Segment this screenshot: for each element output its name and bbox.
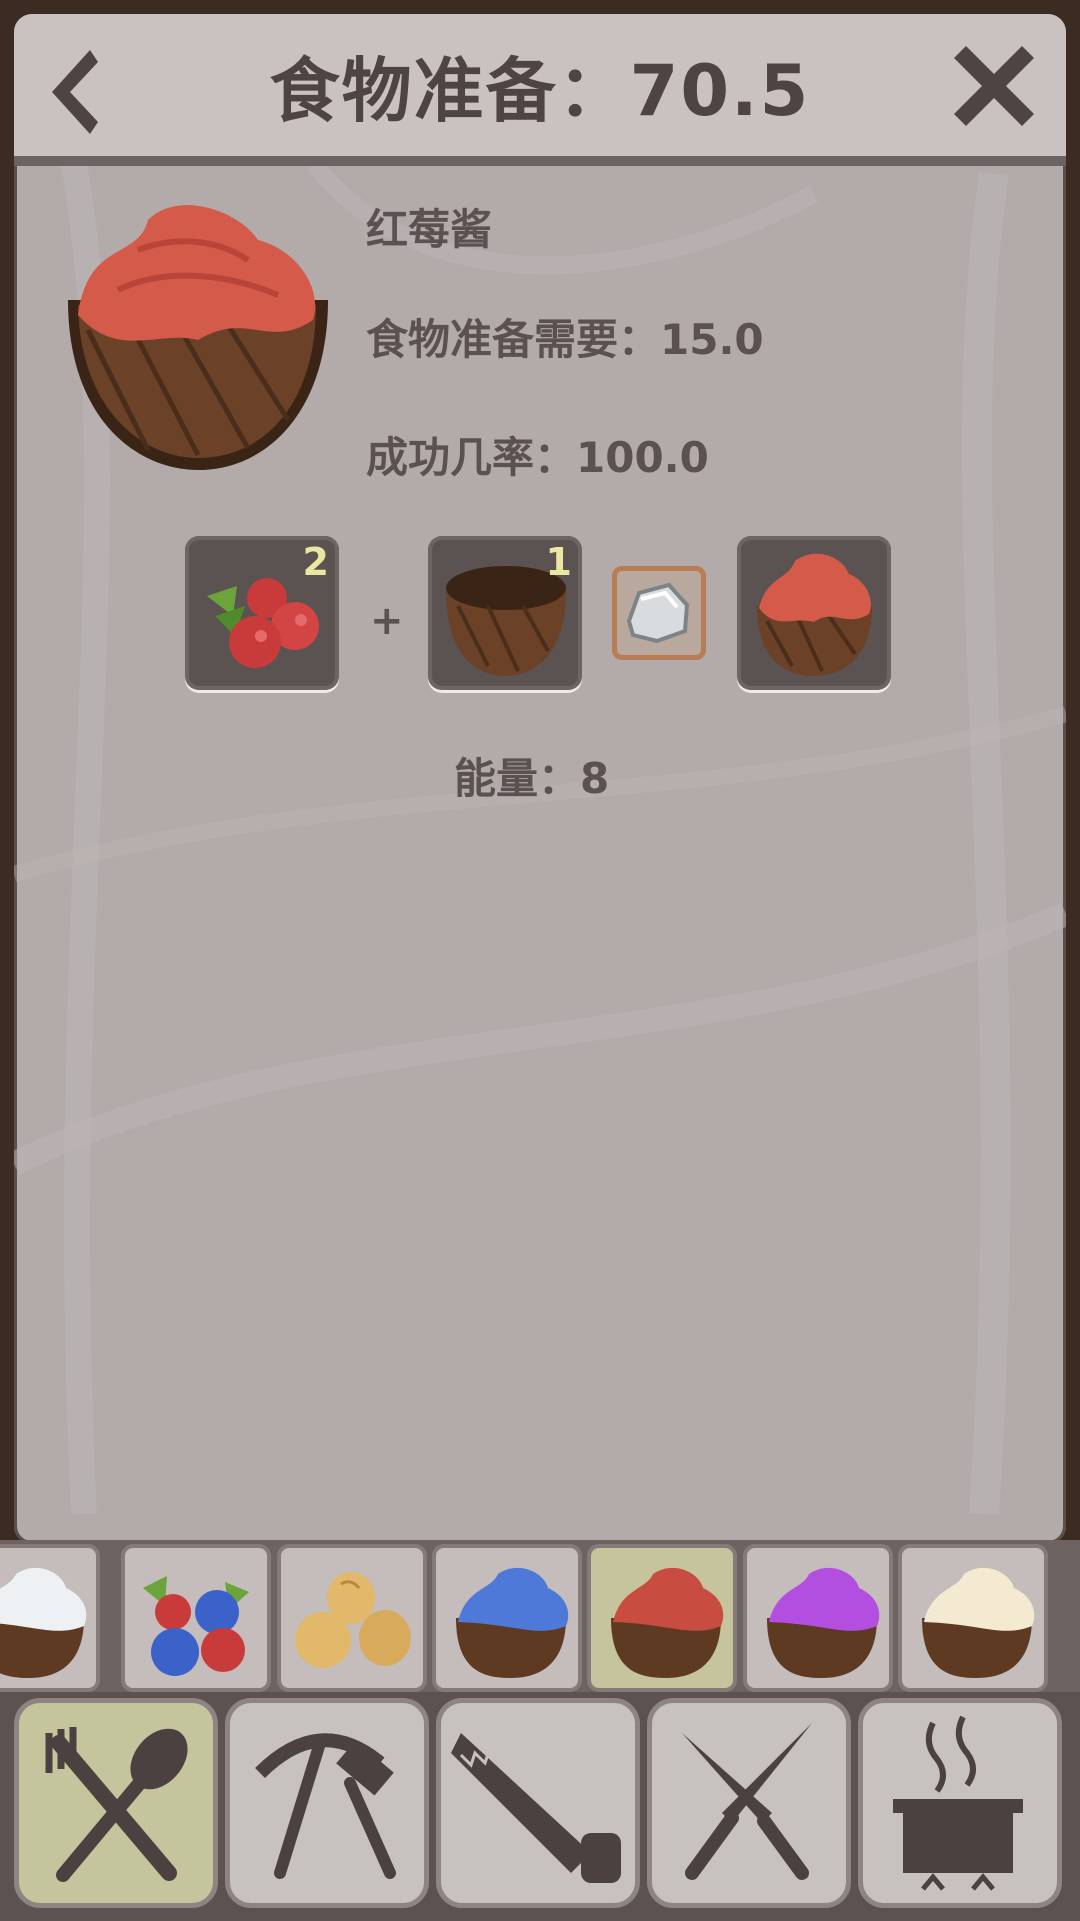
purple-jam-icon — [767, 1567, 880, 1678]
category-tabs — [0, 1692, 1080, 1921]
fork-spoon-icon — [45, 1727, 188, 1882]
recipe-item-white-cream[interactable] — [0, 1544, 100, 1692]
cream-jam-icon — [922, 1567, 1035, 1678]
recipe-item-nuts[interactable] — [277, 1544, 427, 1692]
nuts-icon — [295, 1572, 411, 1668]
tab-weapons[interactable] — [647, 1698, 851, 1908]
close-icon[interactable] — [944, 36, 1044, 136]
red-berry-jam-icon — [757, 553, 872, 676]
pickaxe-hammer-icon — [255, 1733, 396, 1879]
tab-food[interactable] — [14, 1698, 218, 1908]
recipe-item-mixed-berries[interactable] — [121, 1544, 271, 1692]
cooking-pot-icon — [893, 1715, 1023, 1891]
recipe-name: 红莓酱 — [366, 205, 493, 254]
stone-icon — [626, 582, 690, 644]
page-title: 食物准备：70.5 — [269, 49, 811, 132]
tool-slot[interactable] — [612, 566, 706, 660]
recipe-item-blue-jam[interactable] — [432, 1544, 582, 1692]
ingredient-quantity: 1 — [545, 540, 572, 584]
tab-crafting[interactable] — [436, 1698, 640, 1908]
result-slot[interactable] — [737, 536, 891, 690]
header-bar: 食物准备：70.5 — [14, 14, 1066, 166]
saw-icon — [451, 1733, 621, 1883]
blue-jam-icon — [456, 1567, 569, 1678]
recipe-item-purple-jam[interactable] — [743, 1544, 893, 1692]
energy-value: 能量：8 — [454, 754, 610, 803]
recipe-item-red-jam[interactable] — [587, 1544, 737, 1692]
ingredient-slot-bowl[interactable]: 1 — [428, 536, 582, 690]
success-rate: 成功几率：100.0 — [366, 433, 709, 482]
tab-cooking[interactable] — [858, 1698, 1062, 1908]
tab-tools[interactable] — [225, 1698, 429, 1908]
recipe-item-cream-jam[interactable] — [898, 1544, 1048, 1692]
plus-sign: + — [370, 598, 404, 644]
mixed-berries-icon — [143, 1576, 249, 1676]
ingredient-slot-berries[interactable]: 2 — [185, 536, 339, 690]
skill-requirement: 食物准备需要：15.0 — [366, 315, 764, 364]
red-jam-icon — [611, 1567, 724, 1678]
recipe-strip — [0, 1540, 1080, 1695]
ingredient-quantity: 2 — [302, 540, 329, 584]
crossed-knives-icon — [682, 1723, 812, 1880]
red-berry-jam-icon — [68, 205, 328, 470]
white-cream-bowl-icon — [0, 1567, 87, 1678]
